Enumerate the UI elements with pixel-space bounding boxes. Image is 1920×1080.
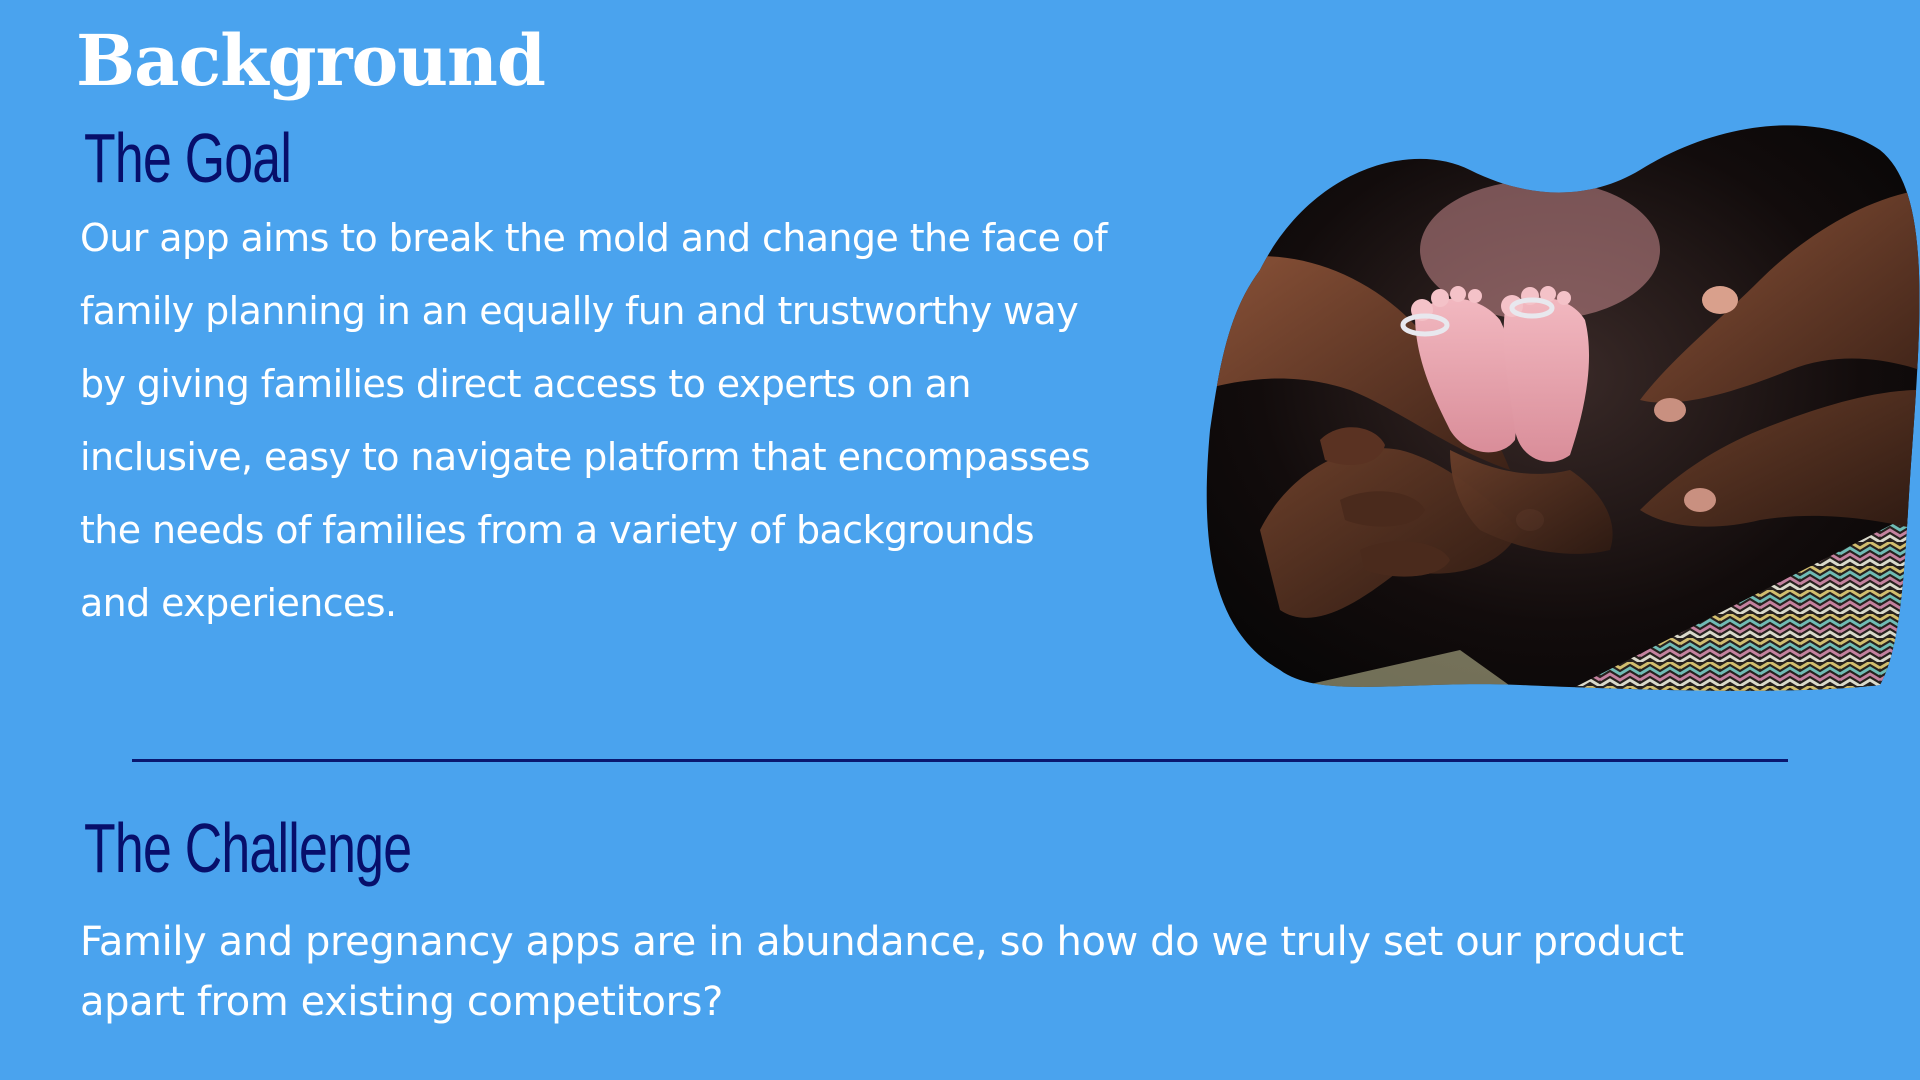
challenge-heading: The Challenge [84,809,412,887]
goal-line: Our app aims to break the mold and chang… [80,216,1108,260]
goal-heading: The Goal [84,119,292,197]
goal-line: family planning in an equally fun and tr… [80,289,1079,333]
goal-line: by giving families direct access to expe… [80,362,971,406]
goal-paragraph: Our app aims to break the mold and chang… [80,202,1140,640]
page-title: Background [76,19,546,102]
section-divider [132,759,1788,762]
baby-feet-photo [1206,125,1920,691]
slide: Background The Goal Our app aims to brea… [0,0,1920,1080]
challenge-line: apart from existing competitors? [80,979,723,1025]
challenge-line: Family and pregnancy apps are in abundan… [80,919,1684,965]
goal-line: inclusive, easy to navigate platform tha… [80,435,1090,479]
goal-line: and experiences. [80,581,397,625]
challenge-paragraph: Family and pregnancy apps are in abundan… [80,912,1800,1032]
goal-line: the needs of families from a variety of … [80,508,1035,552]
